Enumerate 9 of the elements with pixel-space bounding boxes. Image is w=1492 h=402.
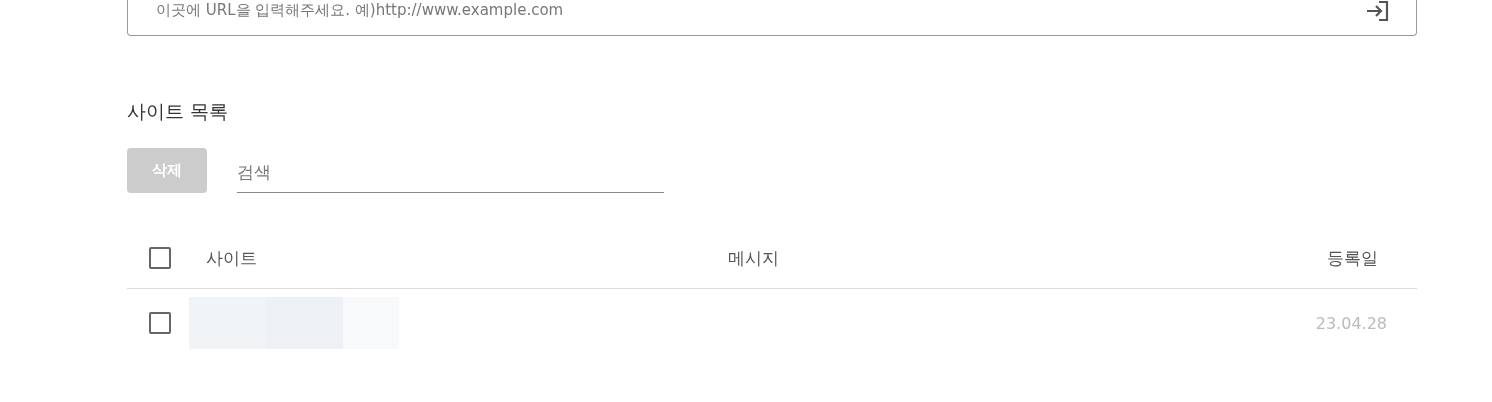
- section-title: 사이트 목록: [127, 99, 230, 124]
- column-header: 사이트: [205, 246, 258, 270]
- column-header: 메시지: [727, 246, 780, 270]
- enter-icon[interactable]: [1365, 0, 1389, 22]
- checkbox[interactable]: [149, 312, 171, 334]
- date-cell-text: 23.04.28: [1314, 313, 1388, 333]
- checkbox[interactable]: [149, 247, 171, 269]
- url-field[interactable]: 이곳에 URL을 입력해주세요. 예)http://www.example.com: [127, 0, 1417, 36]
- column-header: 등록일: [1325, 246, 1379, 270]
